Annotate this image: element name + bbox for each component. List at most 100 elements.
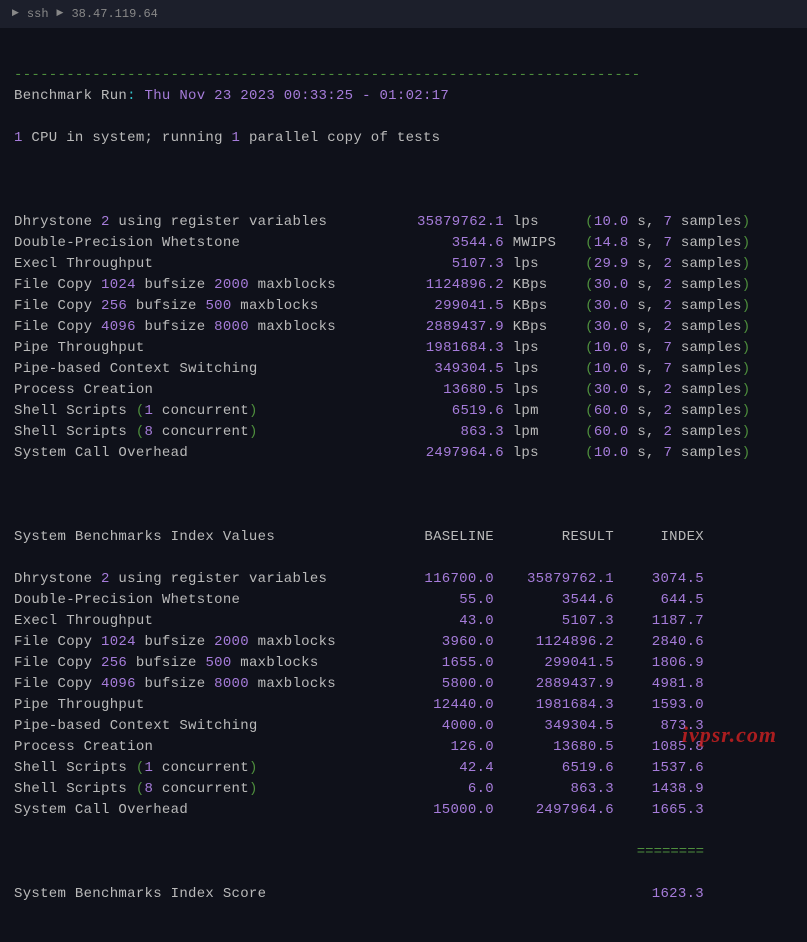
index-name: Execl Throughput [14, 611, 394, 632]
test-name: Double-Precision Whetstone [14, 233, 394, 254]
test-name: File Copy 1024 bufsize 2000 maxblocks [14, 275, 394, 296]
col-baseline: BASELINE [394, 527, 494, 548]
test-name: Shell Scripts (1 concurrent) [14, 401, 394, 422]
index-name: File Copy 1024 bufsize 2000 maxblocks [14, 632, 394, 653]
test-row: Pipe-based Context Switching349304.5 lps… [14, 359, 793, 380]
test-value: 349304.5 [394, 359, 504, 380]
test-row: File Copy 1024 bufsize 2000 maxblocks112… [14, 275, 793, 296]
test-value: 13680.5 [394, 380, 504, 401]
index-row: Pipe-based Context Switching4000.0349304… [14, 716, 793, 737]
test-unit: KBps [504, 317, 559, 338]
test-unit: lpm [504, 401, 559, 422]
index-result: 3544.6 [494, 590, 614, 611]
test-unit: MWIPS [504, 233, 559, 254]
index-result: 6519.6 [494, 758, 614, 779]
index-baseline: 5800.0 [394, 674, 494, 695]
index-row: Shell Scripts (1 concurrent)42.46519.615… [14, 758, 793, 779]
test-unit: lps [504, 254, 559, 275]
index-result: 2889437.9 [494, 674, 614, 695]
index-row: Pipe Throughput12440.01981684.31593.0 [14, 695, 793, 716]
test-row: File Copy 4096 bufsize 8000 maxblocks288… [14, 317, 793, 338]
index-value: 1806.9 [614, 653, 704, 674]
index-result: 13680.5 [494, 737, 614, 758]
titlebar-host: 38.47.119.64 [71, 5, 157, 23]
terminal-output[interactable]: ----------------------------------------… [0, 28, 807, 942]
index-value: 1537.6 [614, 758, 704, 779]
test-value: 5107.3 [394, 254, 504, 275]
index-result: 863.3 [494, 779, 614, 800]
index-value: 1665.3 [614, 800, 704, 821]
test-value: 6519.6 [394, 401, 504, 422]
index-result: 1981684.3 [494, 695, 614, 716]
index-row: Double-Precision Whetstone55.03544.6644.… [14, 590, 793, 611]
test-meta: (10.0 s, 7 samples) [559, 212, 750, 233]
col-result: RESULT [494, 527, 614, 548]
index-value: 1187.7 [614, 611, 704, 632]
index-baseline: 116700.0 [394, 569, 494, 590]
test-meta: (14.8 s, 7 samples) [559, 233, 750, 254]
breadcrumb-arrow-icon: ▶ [12, 7, 19, 21]
index-baseline: 126.0 [394, 737, 494, 758]
index-name: Double-Precision Whetstone [14, 590, 394, 611]
test-meta: (29.9 s, 2 samples) [559, 254, 750, 275]
test-meta: (30.0 s, 2 samples) [559, 317, 750, 338]
test-row: Pipe Throughput1981684.3 lps (10.0 s, 7 … [14, 338, 793, 359]
index-value: 1438.9 [614, 779, 704, 800]
parallel-count: 1 [232, 130, 241, 146]
run-time: Thu Nov 23 2023 00:33:25 - 01:02:17 [145, 88, 450, 104]
index-result: 299041.5 [494, 653, 614, 674]
col-index: INDEX [614, 527, 704, 548]
test-value: 2497964.6 [394, 443, 504, 464]
index-name: File Copy 256 bufsize 500 maxblocks [14, 653, 394, 674]
index-result: 349304.5 [494, 716, 614, 737]
index-name: Process Creation [14, 737, 394, 758]
index-value: 2840.6 [614, 632, 704, 653]
cpu-count: 1 [14, 130, 23, 146]
index-block: Dhrystone 2 using register variables1167… [14, 569, 793, 821]
test-name: Shell Scripts (8 concurrent) [14, 422, 394, 443]
index-row: File Copy 256 bufsize 500 maxblocks1655.… [14, 653, 793, 674]
run-label: Benchmark Run [14, 88, 127, 104]
test-value: 863.3 [394, 422, 504, 443]
index-name: Pipe Throughput [14, 695, 394, 716]
test-unit: KBps [504, 275, 559, 296]
test-unit: lps [504, 338, 559, 359]
test-meta: (30.0 s, 2 samples) [559, 380, 750, 401]
test-row: Shell Scripts (1 concurrent)6519.6 lpm (… [14, 401, 793, 422]
final-score: 1623.3 [614, 884, 704, 905]
index-name: File Copy 4096 bufsize 8000 maxblocks [14, 674, 394, 695]
index-divider: ======== [394, 842, 704, 863]
test-meta: (60.0 s, 2 samples) [559, 422, 750, 443]
index-row: Execl Throughput43.05107.31187.7 [14, 611, 793, 632]
test-row: System Call Overhead2497964.6 lps (10.0 … [14, 443, 793, 464]
index-baseline: 3960.0 [394, 632, 494, 653]
index-baseline: 15000.0 [394, 800, 494, 821]
index-row: File Copy 4096 bufsize 8000 maxblocks580… [14, 674, 793, 695]
index-name: Pipe-based Context Switching [14, 716, 394, 737]
index-name: Shell Scripts (8 concurrent) [14, 779, 394, 800]
test-value: 3544.6 [394, 233, 504, 254]
test-row: Double-Precision Whetstone3544.6 MWIPS (… [14, 233, 793, 254]
test-unit: lpm [504, 422, 559, 443]
test-unit: lps [504, 443, 559, 464]
index-baseline: 6.0 [394, 779, 494, 800]
index-value: 4981.8 [614, 674, 704, 695]
index-name: System Call Overhead [14, 800, 394, 821]
test-unit: lps [504, 359, 559, 380]
cpu-info-line: 1 CPU in system; running 1 parallel copy… [14, 128, 793, 149]
test-meta: (30.0 s, 2 samples) [559, 296, 750, 317]
tests-block: Dhrystone 2 using register variables3587… [14, 212, 793, 464]
test-row: Dhrystone 2 using register variables3587… [14, 212, 793, 233]
index-value: 1593.0 [614, 695, 704, 716]
index-baseline: 12440.0 [394, 695, 494, 716]
test-unit: KBps [504, 296, 559, 317]
test-name: Dhrystone 2 using register variables [14, 212, 394, 233]
final-score-row: System Benchmarks Index Score1623.3 [14, 884, 793, 905]
test-value: 299041.5 [394, 296, 504, 317]
index-baseline: 1655.0 [394, 653, 494, 674]
test-name: Pipe Throughput [14, 338, 394, 359]
index-row: Dhrystone 2 using register variables1167… [14, 569, 793, 590]
test-meta: (10.0 s, 7 samples) [559, 359, 750, 380]
watermark: ivpsr.com [682, 718, 777, 751]
index-baseline: 55.0 [394, 590, 494, 611]
